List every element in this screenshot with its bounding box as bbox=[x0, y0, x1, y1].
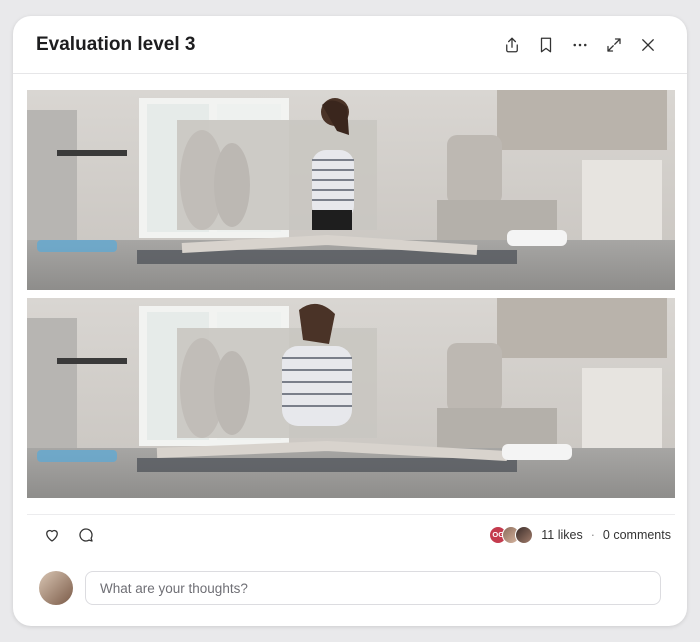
comment-input[interactable] bbox=[85, 571, 661, 605]
post-title: Evaluation level 3 bbox=[36, 33, 196, 55]
post-modal: Evaluation level 3 OG 11 likes · 0 comme… bbox=[13, 16, 687, 626]
bookmark-icon[interactable] bbox=[535, 34, 557, 56]
comment-icon[interactable] bbox=[75, 524, 97, 546]
modal-header: Evaluation level 3 bbox=[13, 16, 687, 74]
video-frame-2[interactable] bbox=[27, 298, 675, 498]
header-actions bbox=[501, 34, 659, 56]
reaction-actions bbox=[41, 524, 97, 546]
close-icon[interactable] bbox=[637, 34, 659, 56]
avatar bbox=[515, 525, 534, 544]
likes-count[interactable]: 11 likes bbox=[541, 528, 582, 542]
engagement-summary: OG 11 likes · 0 comments bbox=[489, 525, 671, 544]
heart-icon[interactable] bbox=[41, 524, 63, 546]
comments-count[interactable]: 0 comments bbox=[603, 528, 671, 542]
share-icon[interactable] bbox=[501, 34, 523, 56]
post-media[interactable] bbox=[27, 90, 675, 498]
current-user-avatar bbox=[39, 571, 73, 605]
expand-icon[interactable] bbox=[603, 34, 625, 56]
separator: · bbox=[590, 527, 595, 542]
post-stats-bar: OG 11 likes · 0 comments bbox=[27, 514, 675, 554]
video-frame-1[interactable] bbox=[27, 90, 675, 290]
comment-composer bbox=[39, 570, 661, 606]
more-icon[interactable] bbox=[569, 34, 591, 56]
liker-avatars[interactable]: OG bbox=[489, 525, 534, 544]
